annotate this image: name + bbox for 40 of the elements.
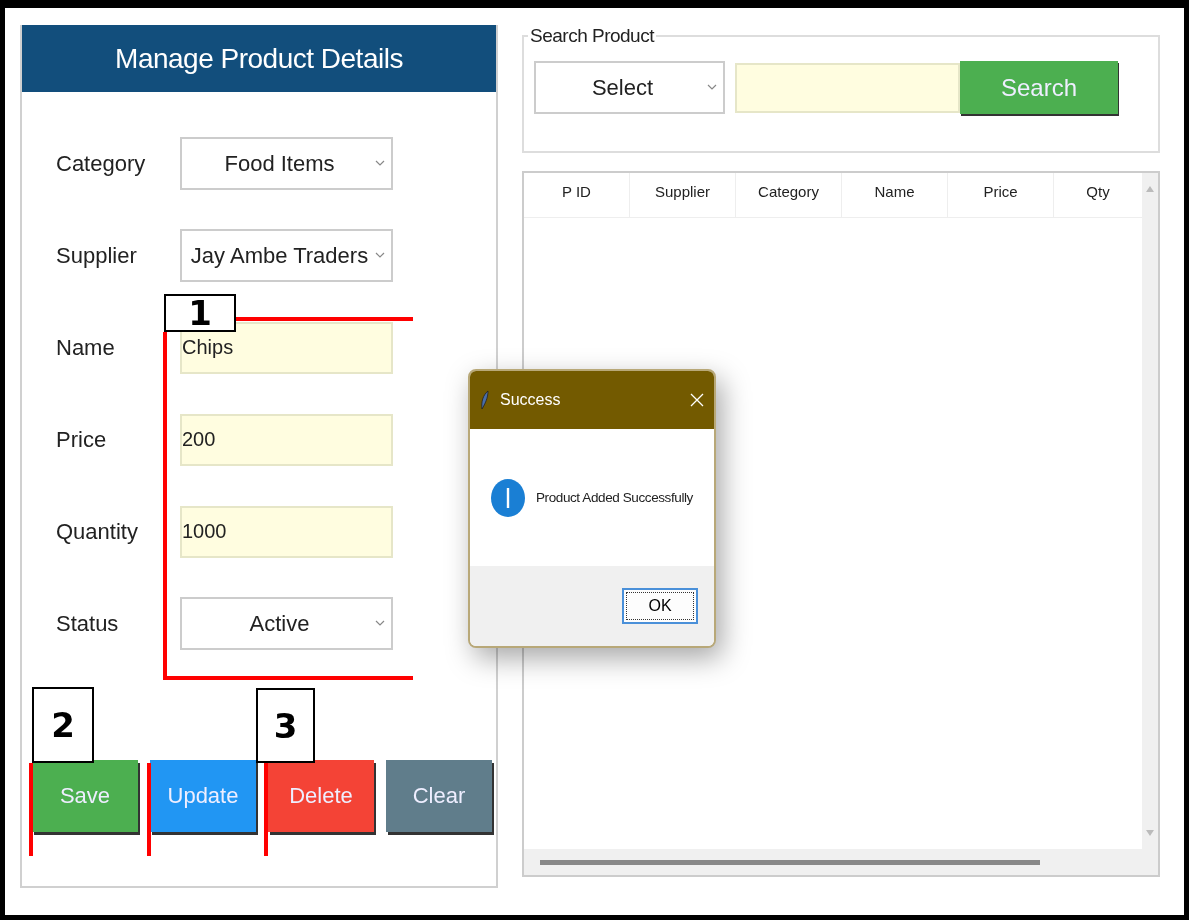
field-label: Name: [56, 334, 116, 361]
info-icon: [490, 477, 526, 518]
ok-button[interactable]: OK: [622, 588, 698, 624]
filter-dropdown[interactable]: Select: [534, 61, 725, 114]
horizontal-scrollbar[interactable]: [524, 849, 1158, 875]
scrollbar-thumb[interactable]: [540, 859, 1040, 865]
input-field[interactable]: 200: [180, 413, 393, 466]
search-field[interactable]: [735, 62, 960, 113]
dialog-title: Success: [500, 391, 562, 409]
column-header[interactable]: Qty: [1054, 173, 1142, 217]
vertical-scrollbar[interactable]: [1142, 173, 1158, 849]
chevron-down-icon: [375, 159, 385, 167]
dropdown[interactable]: Food Items: [180, 137, 393, 190]
callout-number: 1: [164, 294, 236, 332]
chevron-down-icon: [375, 619, 385, 627]
scroll-up-icon[interactable]: [1145, 185, 1155, 193]
column-header[interactable]: Price: [948, 173, 1054, 217]
column-header[interactable]: Supplier: [630, 173, 736, 217]
chevron-down-icon: [375, 251, 385, 259]
action-button[interactable]: Clear: [386, 760, 492, 832]
field-label: Quantity: [56, 518, 139, 545]
callout-number: 3: [256, 688, 315, 763]
chevron-down-icon: [707, 83, 717, 91]
dropdown[interactable]: Jay Ambe Traders: [180, 229, 393, 282]
field-label: Supplier: [56, 242, 138, 269]
feather-icon: [480, 390, 490, 410]
input-field[interactable]: 1000: [180, 505, 393, 558]
panel-title: Manage Product Details: [22, 25, 496, 92]
field-label: Price: [56, 426, 108, 453]
group-title: Search Product: [529, 25, 656, 47]
column-header[interactable]: Name: [842, 173, 948, 217]
dialog-message: Product Added Successfully: [536, 490, 693, 505]
column-header[interactable]: P ID: [524, 173, 630, 217]
callout-number: 2: [32, 687, 94, 763]
field-label: Category: [56, 150, 147, 177]
column-header[interactable]: Category: [736, 173, 842, 217]
scroll-down-icon[interactable]: [1145, 829, 1155, 837]
close-icon[interactable]: [690, 393, 704, 407]
dropdown[interactable]: Active: [180, 597, 393, 650]
field-label: Status: [56, 610, 120, 637]
